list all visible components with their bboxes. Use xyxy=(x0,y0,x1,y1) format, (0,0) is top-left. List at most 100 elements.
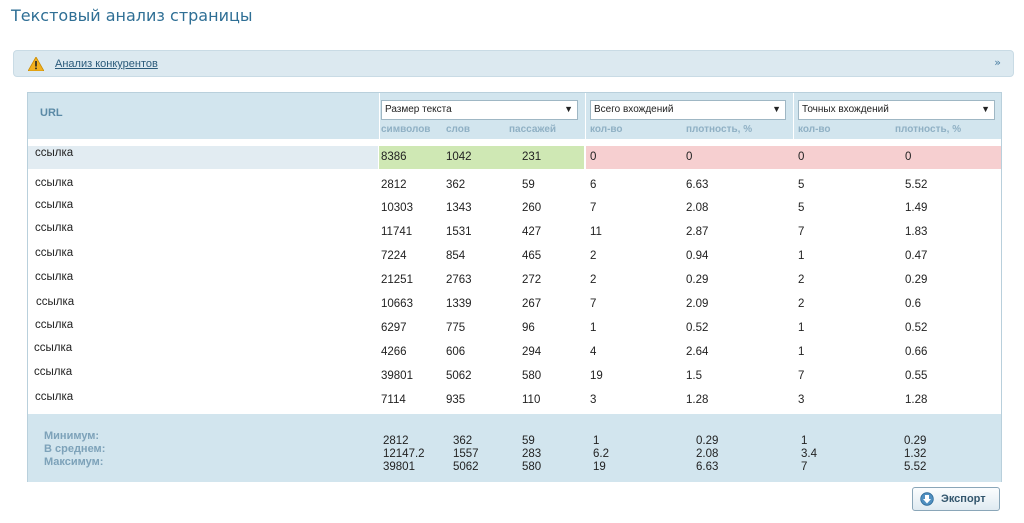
url-link[interactable]: ссылка xyxy=(35,391,73,403)
summary-max-value: 19 xyxy=(593,461,606,473)
summary-min-value: 59 xyxy=(522,435,535,447)
table-cell: 1042 xyxy=(446,151,472,163)
subheader-chars: символов xyxy=(381,124,431,135)
table-row[interactable]: ссылка 39801 5062 580 19 1.5 7 0.55 xyxy=(28,365,1001,388)
summary-max-value: 580 xyxy=(522,461,542,473)
table-cell: 231 xyxy=(522,151,542,163)
table-row[interactable]: ссылка 10663 1339 267 7 2.09 2 0.6 xyxy=(28,293,1001,316)
table-cell: 2 xyxy=(590,250,597,262)
summary-max-value: 5.52 xyxy=(904,461,927,473)
summary-label-max: Максимум: xyxy=(44,456,104,468)
table-cell: 2 xyxy=(798,298,805,310)
table-row[interactable]: ссылка 7224 854 465 2 0.94 1 0.47 xyxy=(28,245,1001,268)
url-link[interactable]: ссылка xyxy=(35,177,73,189)
table-cell: 2.09 xyxy=(686,298,709,310)
table-cell: 1.83 xyxy=(905,226,928,238)
table-row[interactable]: ссылка 8386 1042 231 0 0 0 0 xyxy=(28,146,1001,169)
summary-min-value: 362 xyxy=(453,435,473,447)
table-cell: 0.47 xyxy=(905,250,928,262)
table-cell: 1.49 xyxy=(905,202,928,214)
table-cell: 0 xyxy=(590,151,597,163)
table-cell: 3 xyxy=(590,394,597,406)
table-cell: 0.94 xyxy=(686,250,709,262)
competitors-panel[interactable]: Анализ конкурентов » xyxy=(13,50,1014,77)
table-cell: 7224 xyxy=(381,250,407,262)
table-cell: 0.29 xyxy=(905,274,928,286)
text-size-select[interactable]: Размер текста ▼ xyxy=(381,100,578,120)
table-cell: 8386 xyxy=(381,151,407,163)
subheader-words: слов xyxy=(446,124,471,135)
exact-occurrences-select[interactable]: Точных вхождений ▼ xyxy=(798,100,995,120)
url-link[interactable]: ссылка xyxy=(36,296,74,308)
table-cell: 0 xyxy=(686,151,693,163)
dropdown-arrow-icon: ▼ xyxy=(564,104,573,114)
table-cell: 465 xyxy=(522,250,542,262)
table-cell: 580 xyxy=(522,370,542,382)
url-link[interactable]: ссылка xyxy=(35,319,73,331)
competitors-link[interactable]: Анализ конкурентов xyxy=(55,58,158,70)
table-cell: 935 xyxy=(446,394,466,406)
table-cell: 3 xyxy=(798,394,805,406)
table-cell: 1.28 xyxy=(686,394,709,406)
row-highlight-bg xyxy=(379,146,584,169)
url-link[interactable]: ссылка xyxy=(35,247,73,259)
summary-max-value: 5062 xyxy=(453,461,479,473)
url-link[interactable]: ссылка xyxy=(34,366,72,378)
export-button[interactable]: Экспорт xyxy=(912,487,1000,511)
total-occurrences-select[interactable]: Всего вхождений ▼ xyxy=(590,100,786,120)
summary-max-value: 6.63 xyxy=(696,461,719,473)
table-row[interactable]: ссылка 4266 606 294 4 2.64 1 0.66 xyxy=(28,341,1001,364)
table-row[interactable]: ссылка 2812 362 59 6 6.63 5 5.52 xyxy=(28,174,1001,197)
summary-min-value: 2812 xyxy=(383,435,409,447)
table-cell: 7114 xyxy=(381,394,406,406)
table-cell: 4 xyxy=(590,346,597,358)
table-cell: 19 xyxy=(590,370,603,382)
exact-occurrences-select-value: Точных вхождений xyxy=(802,104,889,115)
subheader-total-count: кол-во xyxy=(590,124,623,135)
url-link[interactable]: ссылка xyxy=(35,147,73,159)
page-title: Текстовый анализ страницы xyxy=(11,6,253,25)
table-cell: 21251 xyxy=(381,274,413,286)
table-cell: 1.5 xyxy=(686,370,702,382)
export-label: Экспорт xyxy=(941,493,986,505)
table-cell: 1339 xyxy=(446,298,472,310)
subheader-exact-count: кол-во xyxy=(798,124,831,135)
table-cell: 10303 xyxy=(381,202,413,214)
table-cell: 7 xyxy=(590,202,597,214)
table-cell: 11741 xyxy=(381,226,413,238)
table-cell: 1 xyxy=(798,322,805,334)
table-cell: 2.08 xyxy=(686,202,709,214)
table-cell: 267 xyxy=(522,298,542,310)
table-cell: 1 xyxy=(590,322,597,334)
url-link[interactable]: ссылка xyxy=(35,222,73,234)
table-cell: 0.29 xyxy=(686,274,709,286)
url-link[interactable]: ссылка xyxy=(35,199,73,211)
table-row[interactable]: ссылка 21251 2763 272 2 0.29 2 0.29 xyxy=(28,269,1001,292)
table-cell: 775 xyxy=(446,322,466,334)
table-cell: 427 xyxy=(522,226,542,238)
table-row[interactable]: ссылка 6297 775 96 1 0.52 1 0.52 xyxy=(28,317,1001,340)
url-link[interactable]: ссылка xyxy=(34,342,72,354)
table-cell: 362 xyxy=(446,179,466,191)
table-row[interactable]: ссылка 7114 935 110 3 1.28 3 1.28 xyxy=(28,389,1001,412)
summary-footer: Минимум: В среднем: Максимум: 2812 362 59 1… xyxy=(28,414,1001,482)
table-cell: 0 xyxy=(905,151,912,163)
table-row[interactable]: ссылка 11741 1531 427 11 2.87 7 1.83 xyxy=(28,221,1001,244)
row-highlight-bg xyxy=(28,146,378,169)
summary-min-value: 1 xyxy=(593,435,600,447)
url-link[interactable]: ссылка xyxy=(35,271,73,283)
table-cell: 6 xyxy=(590,179,597,191)
table-cell: 10663 xyxy=(381,298,413,310)
table-cell: 294 xyxy=(522,346,542,358)
summary-avg-value: 283 xyxy=(522,448,542,460)
table-row[interactable]: ссылка 10303 1343 260 7 2.08 5 1.49 xyxy=(28,197,1001,220)
double-chevron-down-icon[interactable]: » xyxy=(994,57,1001,68)
table-cell: 0.52 xyxy=(905,322,928,334)
summary-avg-value: 12147.2 xyxy=(383,448,425,460)
summary-avg-value: 1.32 xyxy=(904,448,927,460)
table-cell: 0.52 xyxy=(686,322,709,334)
table-cell: 5 xyxy=(798,202,805,214)
export-arrow-icon xyxy=(920,492,934,506)
table-cell: 1 xyxy=(798,250,805,262)
summary-label-avg: В среднем: xyxy=(44,443,106,455)
